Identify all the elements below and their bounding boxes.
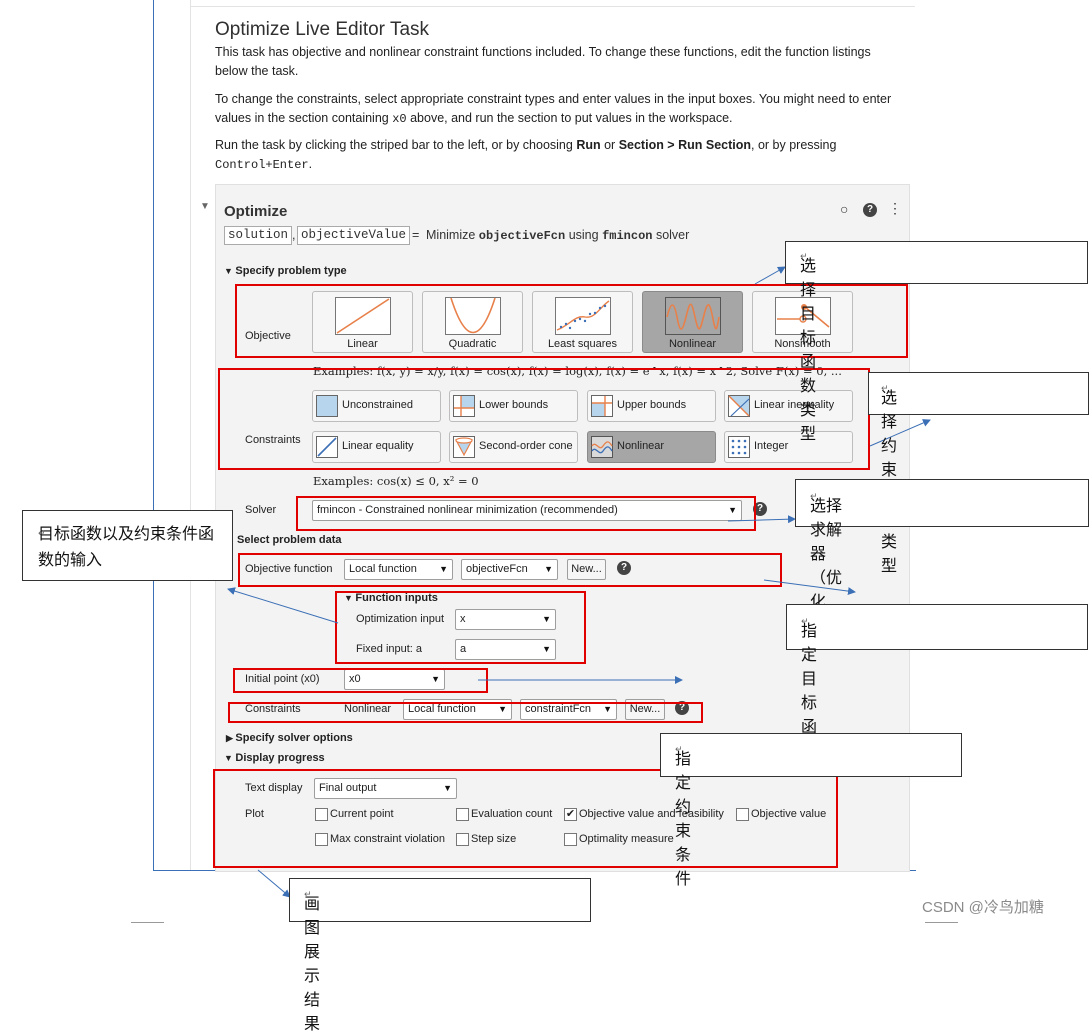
footer-rule-right: [925, 922, 958, 923]
footer-rule-left: [131, 922, 164, 923]
annotation-arrows: [227, 266, 931, 898]
callout-solver: 选择求解器（优化器）↵: [795, 479, 1089, 635]
callout-plot: 画图展示结果 ↵: [289, 878, 591, 1033]
callout-constraint-type: 选择约束条件类型↵: [868, 372, 1089, 575]
arrow-objective-type: [754, 266, 786, 285]
arrow-constraint-type: [869, 419, 931, 447]
arrow-solver: [727, 515, 796, 524]
callout-objective-type: 选择目标函数类型 ↵: [785, 241, 1088, 443]
callout-objective-function: 指定目标函数↵: [786, 604, 1088, 760]
arrow-function-inputs: [227, 587, 339, 624]
callout-constraint-function: 指定约束条件 ↵: [660, 733, 962, 888]
callout-inputs: 目标函数以及约束条件函数的输入 ↵: [22, 510, 233, 581]
watermark: CSDN @冷鸟加糖: [922, 899, 1044, 916]
arrow-plot: [257, 869, 291, 898]
